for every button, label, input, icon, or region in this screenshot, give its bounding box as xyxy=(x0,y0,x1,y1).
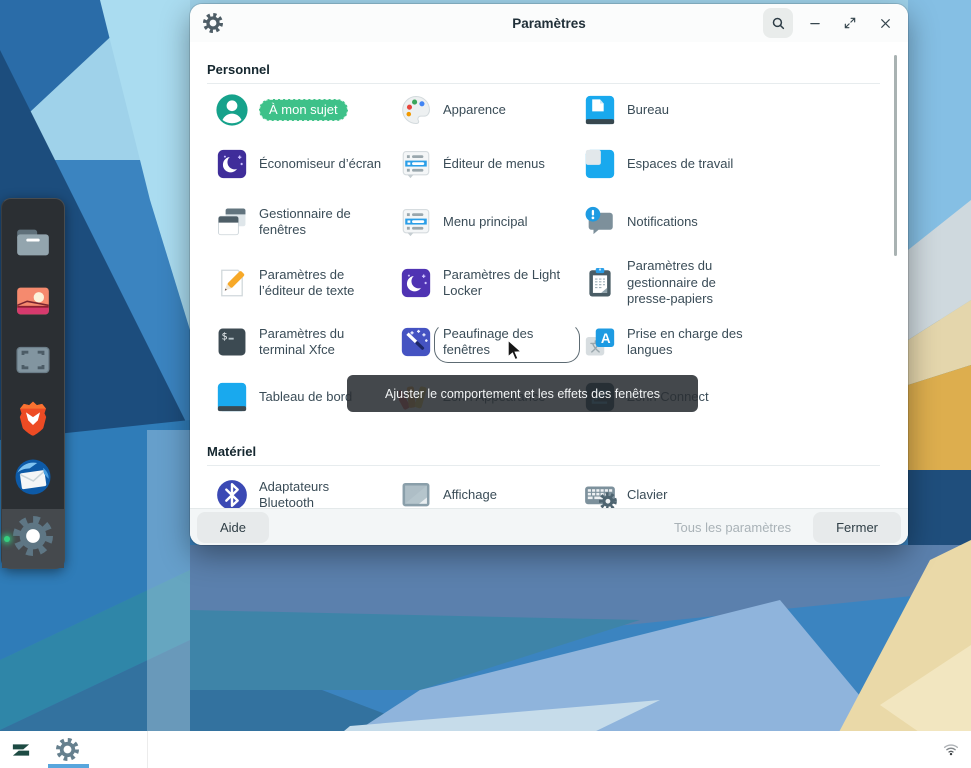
settings-list: Personnel À mon sujet Apparence Bureau Écono… xyxy=(190,42,908,508)
settings-item-economiseur-d-ecran[interactable]: Économiseur d’écran xyxy=(207,136,391,192)
dock-item-settings-manager[interactable] xyxy=(2,509,64,568)
notification-bubble-icon xyxy=(583,205,617,239)
settings-item-parametres-de-l-editeur-de-texte[interactable]: Paramètres de l’éditeur de texte xyxy=(207,252,391,314)
settings-item-label: Bureau xyxy=(627,102,669,118)
mouse-cursor xyxy=(506,339,526,365)
language-icon: A xyxy=(583,325,617,359)
settings-item-a-mon-sujet[interactable]: À mon sujet xyxy=(207,84,391,136)
magnifier-icon xyxy=(770,15,787,32)
settings-item-label: Paramètres de l’éditeur de texte xyxy=(259,267,387,300)
screensaver-moon-icon xyxy=(215,147,249,181)
close-window-button[interactable]: Fermer xyxy=(813,512,901,543)
user-avatar-icon xyxy=(215,93,249,127)
settings-item-prise-en-charge-des-langues[interactable]: A Prise en charge des langues xyxy=(575,314,880,370)
window-manager-icon xyxy=(215,205,249,239)
image-icon xyxy=(13,281,53,326)
settings-item-label: Apparence xyxy=(443,102,506,118)
settings-item-label: Paramètres du terminal Xfce xyxy=(259,326,387,359)
help-button[interactable]: Aide xyxy=(197,512,269,543)
workspaces-icon xyxy=(583,147,617,181)
dock-item-thunderbird-mail[interactable] xyxy=(2,450,64,509)
settings-item-label: Paramètres du gestionnaire de presse-pap… xyxy=(627,258,755,307)
terminal-icon: $ xyxy=(215,325,249,359)
settings-item-label: Gestionnaire de fenêtres xyxy=(259,206,387,239)
settings-item-label: Économiseur d’écran xyxy=(259,156,381,172)
taskbar-separator xyxy=(147,731,148,768)
settings-item-gestionnaire-de-fenetres[interactable]: Gestionnaire de fenêtres xyxy=(207,192,391,252)
minimize-button[interactable] xyxy=(802,10,828,36)
svg-text:$: $ xyxy=(222,331,228,342)
keyboard-icon xyxy=(583,478,617,512)
settings-item-label: Tableau de bord xyxy=(259,389,352,405)
section-grid-personnel: À mon sujet Apparence Bureau Économiseur d’… xyxy=(207,84,880,424)
desktop-icon xyxy=(583,93,617,127)
panel-icon xyxy=(215,380,249,414)
taskbar xyxy=(0,731,971,768)
settings-item-label: Prise en charge des langues xyxy=(627,326,755,359)
section-header-materiel: Matériel xyxy=(207,424,880,459)
dock-item-file-manager[interactable] xyxy=(2,215,64,274)
dock-item-brave-browser[interactable] xyxy=(2,391,64,450)
dock-item-screenshot-tool[interactable] xyxy=(2,333,64,392)
close-button[interactable] xyxy=(872,10,898,36)
magic-wand-icon xyxy=(399,325,433,359)
gear-icon xyxy=(13,516,53,561)
maximize-button[interactable] xyxy=(837,10,863,36)
settings-item-label: Adaptateurs Bluetooth xyxy=(259,479,387,512)
settings-item-label: Affichage xyxy=(443,487,497,503)
palette-icon xyxy=(399,93,433,127)
screenshot-icon xyxy=(13,340,53,385)
app-menu-button[interactable] xyxy=(8,737,34,768)
minimize-icon xyxy=(808,16,822,30)
light-locker-moon-icon xyxy=(399,266,433,300)
settings-item-parametres-du-gestionnaire-de-presse-papiers[interactable]: Paramètres du gestionnaire de presse-pap… xyxy=(575,252,880,314)
tooltip: Ajuster le comportement et les effets de… xyxy=(347,375,698,412)
settings-item-label: Menu principal xyxy=(443,214,528,230)
all-settings-button[interactable]: Tous les paramètres xyxy=(674,520,791,535)
running-indicator xyxy=(4,536,10,542)
settings-item-menu-principal[interactable]: Menu principal xyxy=(391,192,575,252)
settings-item-label: Éditeur de menus xyxy=(443,156,545,172)
thunderbird-icon xyxy=(13,457,53,502)
settings-item-label: Paramètres de Light Locker xyxy=(443,267,571,300)
wifi-icon[interactable] xyxy=(943,741,959,762)
bluetooth-icon xyxy=(215,478,249,512)
svg-text:A: A xyxy=(601,331,611,346)
settings-window: Paramètres Personnel À mon sujet Apparence… xyxy=(190,4,908,545)
menu-list-icon xyxy=(399,205,433,239)
dock xyxy=(1,198,65,569)
folder-icon xyxy=(13,222,53,267)
settings-item-parametres-de-light-locker[interactable]: Paramètres de Light Locker xyxy=(391,252,575,314)
settings-item-label: À mon sujet xyxy=(259,99,348,121)
brave-icon xyxy=(13,398,53,443)
search-button[interactable] xyxy=(763,8,793,38)
settings-item-apparence[interactable]: Apparence xyxy=(391,84,575,136)
settings-item-label: Clavier xyxy=(627,487,667,503)
settings-item-bureau[interactable]: Bureau xyxy=(575,84,880,136)
menu-list-icon xyxy=(399,147,433,181)
display-icon xyxy=(399,478,433,512)
footer-bar: Aide Tous les paramètres Fermer xyxy=(190,508,908,545)
close-icon xyxy=(879,17,892,30)
taskbar-settings-task[interactable] xyxy=(56,738,79,766)
desktop: Paramètres Personnel À mon sujet Apparence… xyxy=(0,0,971,768)
scrollbar-thumb[interactable] xyxy=(894,55,897,256)
dock-item-image-viewer[interactable] xyxy=(2,274,64,333)
text-editor-icon xyxy=(215,266,249,300)
restore-icon xyxy=(843,16,857,30)
settings-item-editeur-de-menus[interactable]: Éditeur de menus xyxy=(391,136,575,192)
clipboard-icon xyxy=(583,266,617,300)
settings-item-label: Espaces de travail xyxy=(627,156,733,172)
section-header-personnel: Personnel xyxy=(207,42,880,77)
active-task-indicator xyxy=(48,764,89,768)
settings-item-peaufinage-des-fenetres[interactable]: Peaufinage des fenêtres xyxy=(391,314,575,370)
titlebar[interactable]: Paramètres xyxy=(190,4,908,42)
settings-item-notifications[interactable]: Notifications xyxy=(575,192,880,252)
settings-item-espaces-de-travail[interactable]: Espaces de travail xyxy=(575,136,880,192)
settings-item-label: Notifications xyxy=(627,214,698,230)
settings-item-parametres-du-terminal-xfce[interactable]: $ Paramètres du terminal Xfce xyxy=(207,314,391,370)
